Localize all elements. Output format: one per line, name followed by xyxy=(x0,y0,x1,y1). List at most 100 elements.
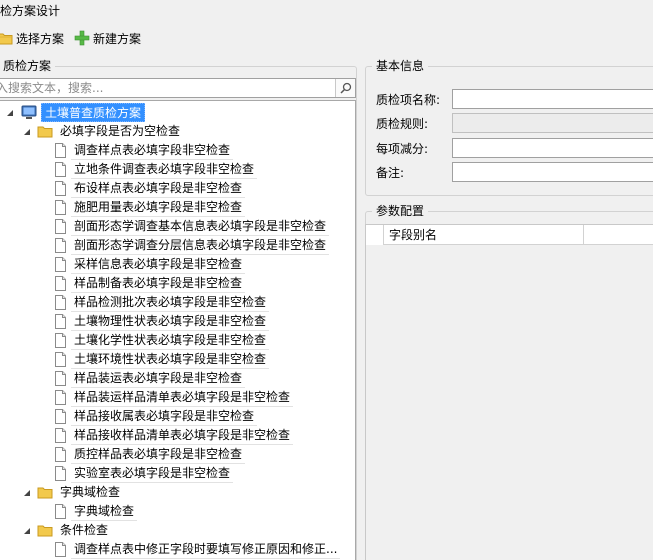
check-name-label: 质检项名称: xyxy=(376,92,441,107)
tree-item-label: 样品接收样品清单表必填字段是非空检查 xyxy=(71,426,294,445)
tree-item-node[interactable]: 样品装运样品清单表必填字段是非空检查 xyxy=(54,388,294,407)
tree-item-node[interactable]: 质控样品表必填字段是非空检查 xyxy=(54,445,246,464)
param-grid-corner xyxy=(366,225,384,245)
form-row-remark: 备注: xyxy=(376,162,452,182)
deduct-label: 每项减分: xyxy=(376,141,429,156)
deduct-field[interactable] xyxy=(452,138,653,158)
tree-item-label: 土壤化学性状表必填字段是非空检查 xyxy=(71,331,270,350)
computer-icon xyxy=(21,105,37,119)
toolbar: 选择方案 新建方案 xyxy=(0,26,147,50)
form-row-name: 质检项名称: xyxy=(376,89,452,109)
tree-item-node[interactable]: 字典域检查 xyxy=(54,502,138,521)
tree-item-label: 样品装运表必填字段是非空检查 xyxy=(71,369,246,388)
document-icon xyxy=(55,257,66,272)
document-icon xyxy=(55,428,66,443)
folder-icon xyxy=(0,33,13,45)
document-icon xyxy=(55,200,66,215)
document-icon xyxy=(55,352,66,367)
tree-item-label: 布设样点表必填字段是非空检查 xyxy=(71,179,246,198)
tree-item-node[interactable]: 实验室表必填字段是非空检查 xyxy=(54,464,234,483)
document-icon xyxy=(55,333,66,348)
tree-group-node[interactable]: 必填字段是否为空检查 xyxy=(22,122,183,141)
select-scheme-button[interactable]: 选择方案 xyxy=(0,27,70,49)
tree-item-label: 调查样点表中修正字段时要填写修正原因和修正... xyxy=(71,540,341,559)
document-icon xyxy=(55,409,66,424)
document-icon xyxy=(55,276,66,291)
remark-field[interactable] xyxy=(452,162,653,182)
document-icon xyxy=(55,181,66,196)
tree-group-label: 字典域检查 xyxy=(60,485,121,499)
tree-item-label: 土壤物理性状表必填字段是非空检查 xyxy=(71,312,270,331)
tree-item-node[interactable]: 样品装运表必填字段是非空检查 xyxy=(54,369,246,388)
scheme-tree[interactable]: 土壤普查质检方案必填字段是否为空检查调查样点表必填字段非空检查 立地条件调查表必填… xyxy=(0,100,356,560)
tree-item-node[interactable]: 土壤环境性状表必填字段是非空检查 xyxy=(54,350,270,369)
document-icon xyxy=(55,504,66,519)
tree-item-label: 质控样品表必填字段是非空检查 xyxy=(71,445,246,464)
folder-icon xyxy=(37,525,53,537)
search-box xyxy=(0,78,356,98)
tree-item-label: 土壤环境性状表必填字段是非空检查 xyxy=(71,350,270,369)
column-header-field-alias[interactable]: 字段别名 xyxy=(384,225,584,245)
tree-item-node[interactable]: 样品制备表必填字段是非空检查 xyxy=(54,274,246,293)
document-icon xyxy=(55,219,66,234)
check-rule-label: 质检规则: xyxy=(376,116,429,131)
tree-item-node[interactable]: 样品接收属表必填字段是非空检查 xyxy=(54,407,258,426)
remark-label: 备注: xyxy=(376,165,405,180)
scheme-groupbox-legend: 质检方案 xyxy=(0,59,56,74)
tree-root-label: 土壤普查质检方案 xyxy=(41,103,146,122)
form-row-rule: 质检规则: xyxy=(376,113,452,133)
collapse-arrow-icon[interactable] xyxy=(22,488,32,498)
new-scheme-button[interactable]: 新建方案 xyxy=(74,27,147,49)
basic-info-legend: 基本信息 xyxy=(372,59,429,74)
tree-item-node[interactable]: 样品接收样品清单表必填字段是非空检查 xyxy=(54,426,294,445)
tree-group-node[interactable]: 字典域检查 xyxy=(22,483,123,502)
document-icon xyxy=(55,314,66,329)
document-icon xyxy=(55,466,66,481)
tree-item-node[interactable]: 土壤化学性状表必填字段是非空检查 xyxy=(54,331,270,350)
form-row-deduct: 每项减分: xyxy=(376,138,452,158)
document-icon xyxy=(55,542,66,557)
document-icon xyxy=(55,390,66,405)
document-icon xyxy=(55,238,66,253)
tree-group-label: 必填字段是否为空检查 xyxy=(60,124,181,138)
document-icon xyxy=(55,447,66,462)
tree-item-node[interactable]: 施肥用量表必填字段是非空检查 xyxy=(54,198,246,217)
collapse-arrow-icon[interactable] xyxy=(22,526,32,536)
plus-icon xyxy=(74,30,90,46)
document-icon xyxy=(55,371,66,386)
document-icon xyxy=(55,143,66,158)
folder-icon xyxy=(37,126,53,138)
tree-item-label: 施肥用量表必填字段是非空检查 xyxy=(71,198,246,217)
search-input[interactable] xyxy=(0,79,335,97)
tree-item-label: 调查样点表必填字段非空检查 xyxy=(71,141,234,160)
collapse-arrow-icon[interactable] xyxy=(5,108,15,118)
collapse-arrow-icon[interactable] xyxy=(22,127,32,137)
tree-item-node[interactable]: 调查样点表必填字段非空检查 xyxy=(54,141,234,160)
tree-item-node[interactable]: 采样信息表必填字段是非空检查 xyxy=(54,255,246,274)
tree-item-label: 样品装运样品清单表必填字段是非空检查 xyxy=(71,388,294,407)
tree-root-node[interactable]: 土壤普查质检方案 xyxy=(5,103,146,122)
tree-item-node[interactable]: 调查样点表中修正字段时要填写修正原因和修正... xyxy=(54,540,341,559)
document-icon xyxy=(55,162,66,177)
tree-item-label: 采样信息表必填字段是非空检查 xyxy=(71,255,246,274)
tree-item-node[interactable]: 剖面形态学调查分层信息表必填字段是非空检查 xyxy=(54,236,330,255)
tree-item-node[interactable]: 样品检测批次表必填字段是非空检查 xyxy=(54,293,270,312)
tree-item-node[interactable]: 立地条件调查表必填字段非空检查 xyxy=(54,160,258,179)
new-scheme-label: 新建方案 xyxy=(93,31,142,46)
tree-group-label: 条件检查 xyxy=(60,523,109,537)
tree-item-node[interactable]: 布设样点表必填字段是非空检查 xyxy=(54,179,246,198)
check-rule-field[interactable] xyxy=(452,113,653,133)
select-scheme-label: 选择方案 xyxy=(16,31,65,46)
tree-item-node[interactable]: 剖面形态学调查基本信息表必填字段是非空检查 xyxy=(54,217,330,236)
folder-icon xyxy=(37,487,53,499)
param-grid[interactable]: 字段别名 xyxy=(365,224,653,560)
tree-item-node[interactable]: 土壤物理性状表必填字段是非空检查 xyxy=(54,312,270,331)
tree-item-label: 字典域检查 xyxy=(71,502,138,521)
tree-group-node[interactable]: 条件检查 xyxy=(22,521,111,540)
search-icon xyxy=(339,82,351,94)
document-icon xyxy=(55,295,66,310)
check-name-field[interactable] xyxy=(452,89,653,109)
window-title: 检方案设计 xyxy=(0,4,61,18)
search-button[interactable] xyxy=(335,79,355,97)
tree-item-label: 样品接收属表必填字段是非空检查 xyxy=(71,407,258,426)
